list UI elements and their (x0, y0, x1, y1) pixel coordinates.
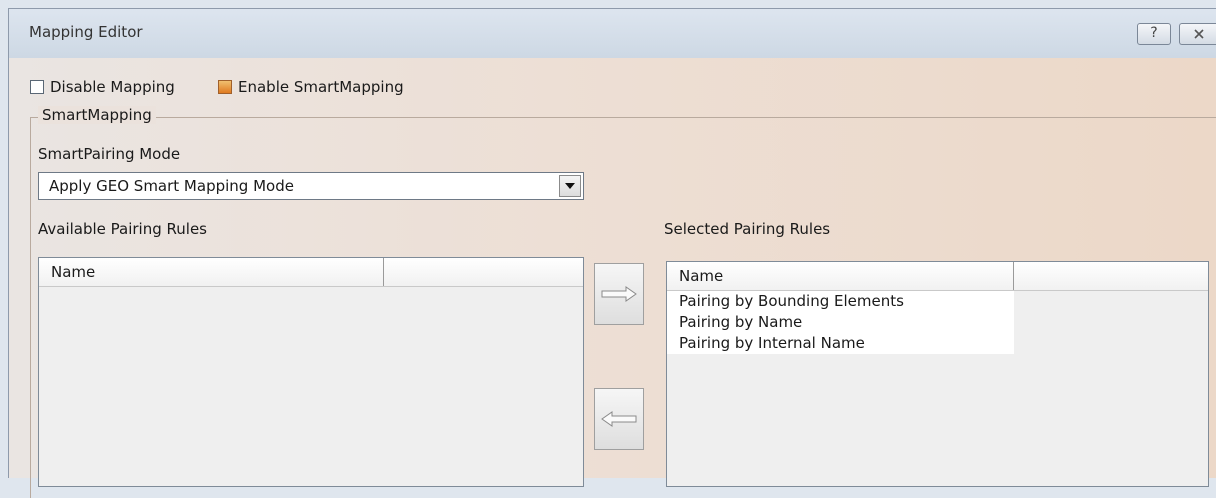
available-rules-label: Available Pairing Rules (38, 220, 207, 238)
selected-rules-list[interactable]: Name Pairing by Bounding Elements Pairin… (666, 261, 1209, 487)
list-item[interactable]: Pairing by Internal Name (667, 333, 1014, 354)
selected-rules-rows: Pairing by Bounding Elements Pairing by … (667, 291, 1014, 354)
smartpairing-mode-value: Apply GEO Smart Mapping Mode (49, 177, 294, 195)
dropdown-button[interactable] (559, 175, 581, 197)
list-item[interactable]: Pairing by Bounding Elements (667, 291, 1014, 312)
disable-mapping-label: Disable Mapping (50, 78, 175, 96)
dialog-body: Disable Mapping Enable SmartMapping Smar… (8, 58, 1216, 498)
remove-rule-button[interactable] (594, 388, 644, 450)
selected-rules-header: Name (667, 262, 1208, 291)
disable-mapping-box[interactable] (30, 80, 44, 94)
enable-smartmapping-box[interactable] (218, 80, 232, 94)
arrow-right-icon (601, 286, 637, 302)
column-header-extra[interactable] (1014, 262, 1208, 290)
smartpairing-mode-select[interactable]: Apply GEO Smart Mapping Mode (38, 172, 584, 200)
enable-smartmapping-checkbox[interactable]: Enable SmartMapping (218, 78, 404, 96)
chevron-down-icon (565, 183, 575, 189)
column-header-extra[interactable] (384, 258, 583, 286)
enable-smartmapping-label: Enable SmartMapping (238, 78, 404, 96)
list-item[interactable]: Pairing by Name (667, 312, 1014, 333)
selected-rules-label: Selected Pairing Rules (664, 220, 831, 238)
available-rules-header: Name (39, 258, 583, 287)
arrow-left-icon (601, 411, 637, 427)
smartpairing-mode-label: SmartPairing Mode (38, 145, 181, 163)
column-header-name[interactable]: Name (667, 262, 1014, 290)
help-icon: ? (1150, 25, 1158, 41)
smartmapping-group-label: SmartMapping (38, 106, 156, 124)
help-button[interactable]: ? (1137, 23, 1171, 45)
window-title: Mapping Editor (29, 23, 143, 41)
column-header-name[interactable]: Name (39, 258, 384, 286)
title-bar: Mapping Editor ? (8, 8, 1216, 58)
close-icon (1193, 29, 1204, 39)
available-rules-list[interactable]: Name (38, 257, 584, 487)
close-button[interactable] (1179, 23, 1216, 45)
add-rule-button[interactable] (594, 263, 644, 325)
disable-mapping-checkbox[interactable]: Disable Mapping (30, 78, 175, 96)
